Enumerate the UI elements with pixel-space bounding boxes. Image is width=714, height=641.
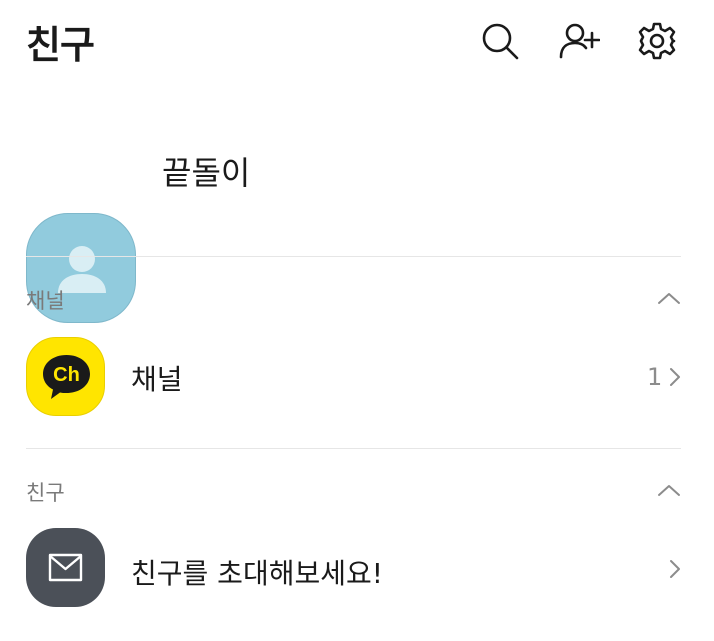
channel-label: 채널	[131, 363, 183, 396]
invite-friends-row[interactable]: 친구를 초대해보세요!	[0, 522, 714, 616]
channel-logo-icon: Ch	[26, 337, 105, 416]
settings-icon[interactable]	[636, 20, 678, 62]
add-friend-icon[interactable]	[558, 20, 600, 62]
page-title: 친구	[26, 23, 95, 67]
profile-name: 끝돌이	[162, 154, 251, 192]
channel-logo-text: Ch	[53, 364, 80, 386]
channel-row[interactable]: Ch 채널 1	[0, 330, 714, 424]
chevron-right-icon	[670, 368, 680, 386]
search-icon[interactable]	[479, 20, 521, 62]
collapse-chevron-up-icon[interactable]	[656, 482, 682, 498]
my-profile-row[interactable]: 끝돌이	[0, 100, 714, 323]
chevron-right-icon	[670, 560, 680, 578]
section-label-friends: 친구	[26, 481, 65, 505]
channel-count: 1	[647, 363, 663, 391]
top-header: 친구	[0, 0, 714, 84]
envelope-icon	[26, 528, 105, 607]
divider	[26, 448, 681, 449]
invite-friends-label: 친구를 초대해보세요!	[131, 557, 383, 590]
section-label-channel: 채널	[26, 289, 65, 313]
divider	[26, 256, 681, 257]
collapse-chevron-up-icon[interactable]	[656, 290, 682, 306]
